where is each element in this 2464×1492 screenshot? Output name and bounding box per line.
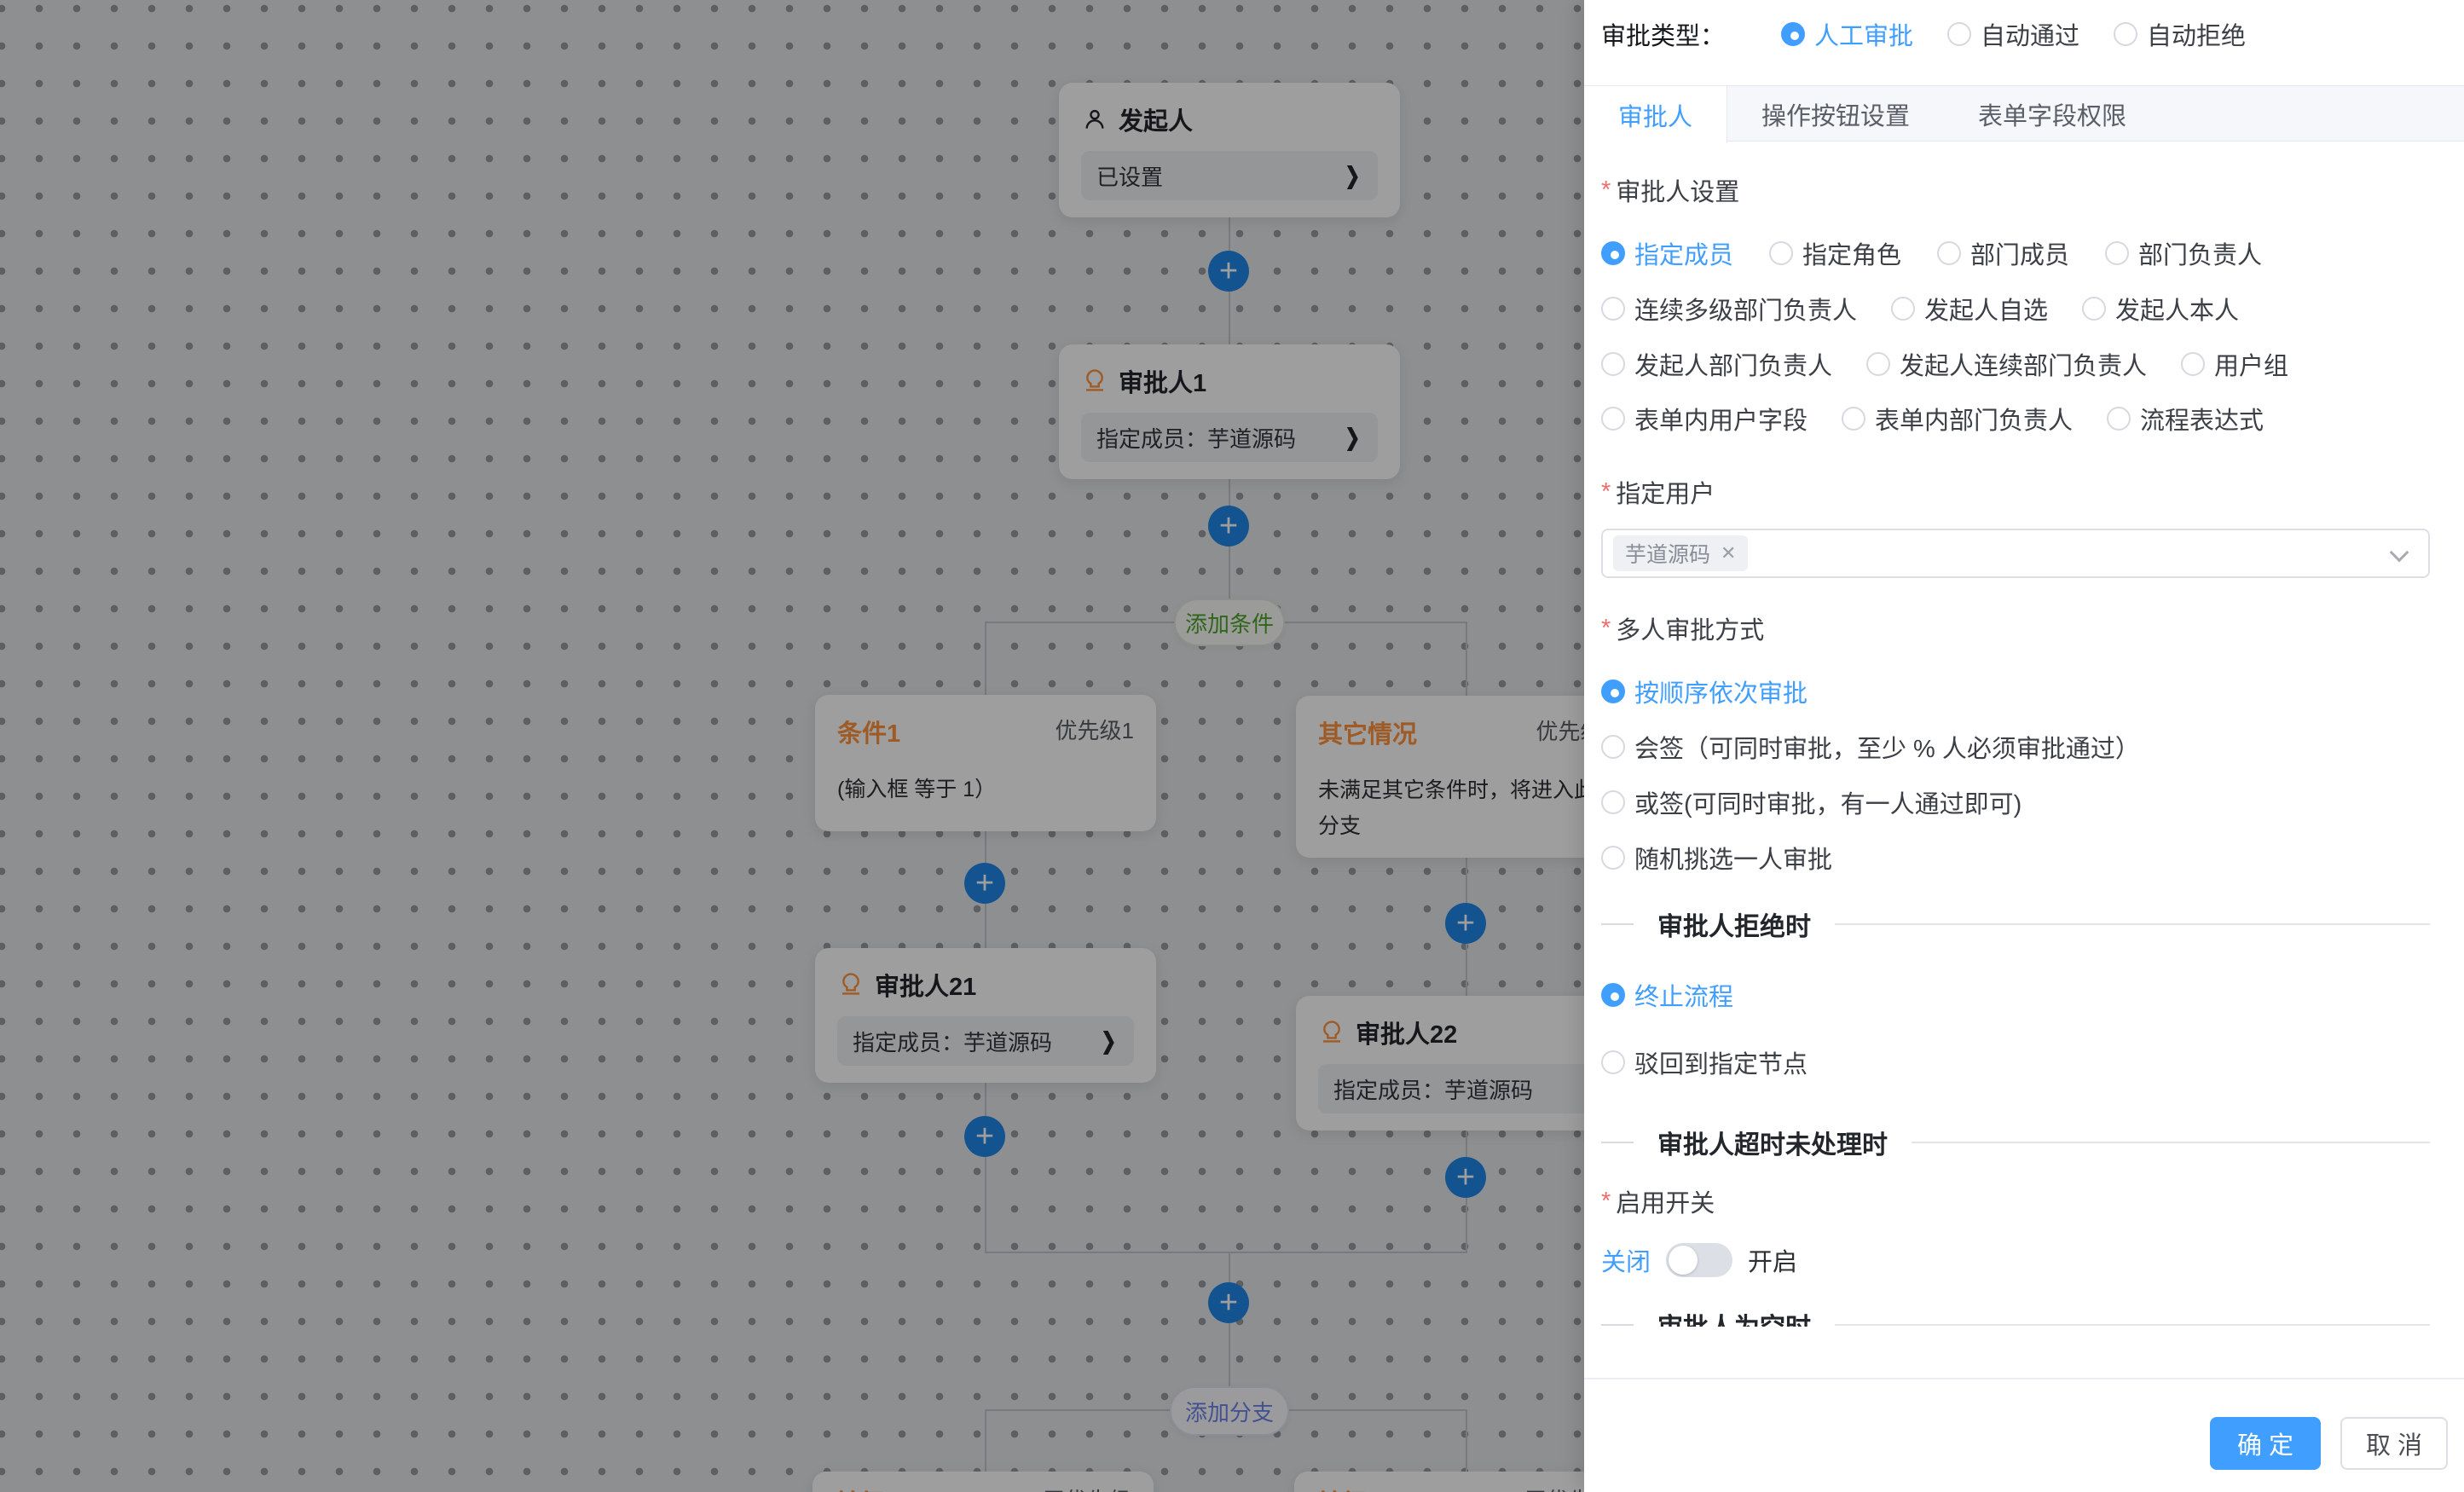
radio-dot (1601, 846, 1625, 870)
approver-radio-row-2: 连续多级部门负责人 发起人自选 发起人本人 (1601, 291, 2239, 327)
radio-dot (1842, 407, 1865, 431)
radio-user-group[interactable]: 用户组 (2181, 346, 2288, 382)
radio-dot (1769, 241, 1793, 265)
radio-designated-member[interactable]: 指定成员 (1601, 235, 1733, 271)
multi-option-row: 会签（可同时审批，至少 % 人必须审批通过） (1601, 729, 2140, 765)
toggle-knob (1669, 1246, 1698, 1275)
multi-approve-label-row: * 多人审批方式 (1601, 610, 1764, 646)
radio-dot (1601, 790, 1625, 814)
required-asterisk: * (1601, 1188, 1611, 1216)
radio-dot (2181, 352, 2205, 376)
radio-multi-level-dept-leader[interactable]: 连续多级部门负责人 (1601, 291, 1857, 327)
radio-initiator-choose[interactable]: 发起人自选 (1891, 291, 2048, 327)
multi-option-row: 或签(可同时审批，有一人通过即可) (1601, 784, 2022, 820)
tab-button-settings[interactable]: 操作按钮设置 (1727, 86, 1944, 142)
timeout-toggle[interactable] (1666, 1243, 1732, 1277)
chevron-down-icon (2390, 543, 2409, 563)
user-tag: 芋道源码 ✕ (1613, 535, 1748, 571)
reject-option-row: 驳回到指定节点 (1601, 1044, 1808, 1080)
divider-dash (1601, 1324, 1634, 1326)
radio-or-sign[interactable]: 或签(可同时审批，有一人通过即可) (1601, 784, 2022, 820)
required-asterisk: * (1601, 176, 1611, 205)
radio-return-to-node[interactable]: 驳回到指定节点 (1601, 1044, 1808, 1080)
radio-countersign[interactable]: 会签（可同时审批，至少 % 人必须审批通过） (1601, 729, 2140, 765)
radio-dot (1781, 22, 1805, 46)
cancel-button[interactable]: 取 消 (2340, 1417, 2448, 1470)
divider-line (1835, 923, 2430, 925)
radio-random-one[interactable]: 随机挑选一人审批 (1601, 840, 1832, 876)
switch-on-label: 开启 (1748, 1242, 1797, 1278)
approver-setting-label: 审批人设置 (1616, 172, 1739, 208)
divider-line (1835, 1324, 2430, 1326)
radio-dot (2082, 297, 2106, 321)
radio-dot (1601, 352, 1625, 376)
radio-initiator-self[interactable]: 发起人本人 (2082, 291, 2239, 327)
tab-form-field-permissions[interactable]: 表单字段权限 (1944, 86, 2160, 142)
required-asterisk: * (1601, 615, 1611, 643)
approver-settings-panel: 审批类型： 人工审批 自动通过 自动拒绝 审批人 操作按钮设置 表单字段权限 *… (1584, 0, 2464, 1492)
radio-auto-approve[interactable]: 自动通过 (1947, 16, 2079, 52)
switch-off-label: 关闭 (1601, 1242, 1651, 1278)
radio-dot (1601, 1050, 1625, 1074)
required-asterisk: * (1601, 478, 1611, 506)
footer-divider (1584, 1378, 2464, 1379)
divider-line (1912, 1142, 2430, 1143)
radio-department-leader[interactable]: 部门负责人 (2105, 235, 2262, 271)
radio-dot (2105, 241, 2129, 265)
radio-dot (1601, 679, 1625, 703)
approver-radio-row-4: 表单内用户字段 表单内部门负责人 流程表达式 (1601, 401, 2264, 437)
multi-option-row: 随机挑选一人审批 (1601, 840, 1832, 876)
enable-switch-label: 启用开关 (1616, 1183, 1715, 1219)
reject-section-divider: 审批人拒绝时 (1601, 905, 2430, 943)
enable-switch-label-row: * 启用开关 (1601, 1183, 1715, 1219)
radio-initiator-multi-dept-leader[interactable]: 发起人连续部门负责人 (1866, 346, 2147, 382)
reject-option-row: 终止流程 (1601, 977, 1733, 1013)
radio-dot (1601, 407, 1625, 431)
radio-dot (2114, 22, 2137, 46)
radio-terminate-process[interactable]: 终止流程 (1601, 977, 1733, 1013)
radio-manual-approval[interactable]: 人工审批 (1781, 16, 1913, 52)
radio-dot (1891, 297, 1915, 321)
approval-type-row: 审批类型： 人工审批 自动通过 自动拒绝 (1601, 14, 2246, 55)
radio-process-expression[interactable]: 流程表达式 (2107, 401, 2264, 437)
approver-radio-row-1: 指定成员 指定角色 部门成员 部门负责人 (1601, 235, 2262, 271)
radio-dot (1601, 241, 1625, 265)
multi-approve-label: 多人审批方式 (1616, 610, 1764, 646)
divider-dash (1601, 923, 1634, 925)
radio-dot (1601, 735, 1625, 759)
approver-setting-label-row: * 审批人设置 (1601, 172, 1739, 208)
tab-approver[interactable]: 审批人 (1584, 86, 1727, 143)
radio-dot (1601, 297, 1625, 321)
assigned-user-select[interactable]: 芋道源码 ✕ (1601, 529, 2430, 578)
approval-type-label: 审批类型： (1601, 16, 1725, 52)
clipped-section: 审批人为空时 (1601, 1306, 2430, 1327)
approval-flow-designer: 发起人 已设置 ❯ + 审批人1 指定成员：芋道源码 ❯ + (0, 0, 2464, 1492)
radio-auto-reject[interactable]: 自动拒绝 (2114, 16, 2246, 52)
radio-dot (1947, 22, 1971, 46)
remove-tag-icon[interactable]: ✕ (1721, 542, 1736, 564)
radio-dot (1937, 241, 1961, 265)
confirm-button[interactable]: 确 定 (2210, 1417, 2321, 1470)
radio-dot (1866, 352, 1890, 376)
divider-dash (1601, 1142, 1634, 1143)
radio-dot (2107, 407, 2131, 431)
radio-dot (1601, 983, 1625, 1007)
timeout-section-title: 审批人超时未处理时 (1657, 1124, 1888, 1161)
timeout-section-divider: 审批人超时未处理时 (1601, 1124, 2430, 1161)
reject-section-title: 审批人拒绝时 (1657, 905, 1811, 943)
assigned-user-label-row: * 指定用户 (1601, 474, 1715, 510)
approver-radio-row-3: 发起人部门负责人 发起人连续部门负责人 用户组 (1601, 346, 2288, 382)
assigned-user-label: 指定用户 (1616, 474, 1715, 510)
radio-form-user-field[interactable]: 表单内用户字段 (1601, 401, 1808, 437)
radio-initiator-dept-leader[interactable]: 发起人部门负责人 (1601, 346, 1832, 382)
user-tag-label: 芋道源码 (1625, 538, 1710, 569)
radio-department-member[interactable]: 部门成员 (1937, 235, 2069, 271)
radio-form-dept-leader[interactable]: 表单内部门负责人 (1842, 401, 2073, 437)
radio-designated-role[interactable]: 指定角色 (1769, 235, 1901, 271)
panel-tabs: 审批人 操作按钮设置 表单字段权限 (1584, 85, 2464, 142)
empty-approver-section-title: 审批人为空时 (1657, 1306, 1811, 1327)
radio-sequential-approval[interactable]: 按顺序依次审批 (1601, 674, 1808, 709)
timeout-switch-row: 关闭 开启 (1601, 1240, 1797, 1281)
multi-option-row: 按顺序依次审批 (1601, 674, 1808, 709)
